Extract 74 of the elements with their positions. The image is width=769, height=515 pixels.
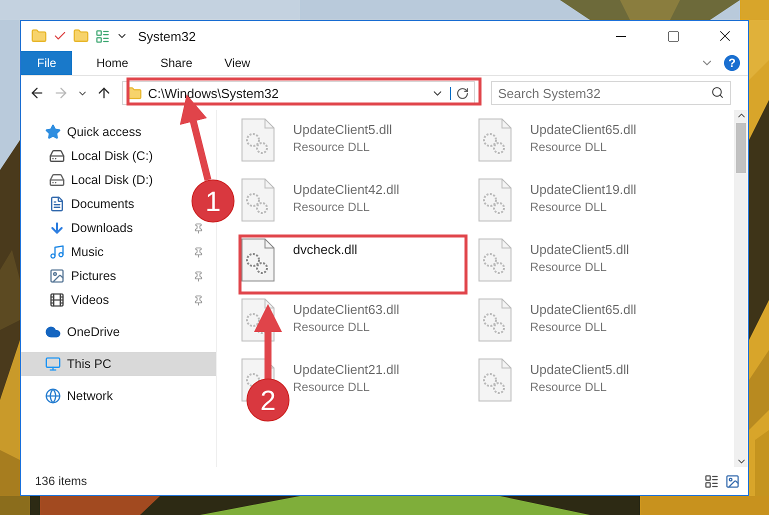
large-icons-view-icon[interactable] <box>725 474 740 488</box>
file-name: UpdateClient5.dll <box>530 242 630 257</box>
file-type: Resource DLL <box>530 380 608 394</box>
ribbon-tab[interactable]: View <box>212 51 262 75</box>
search-field[interactable]: Search System32 <box>491 81 731 105</box>
sidebar-item[interactable]: Documents <box>21 192 193 216</box>
file-name: UpdateClient65.dll <box>530 302 636 317</box>
maximize-icon <box>666 30 680 42</box>
sidebar-item[interactable]: Pictures <box>21 264 193 288</box>
file-name: UpdateClient42.dll <box>293 182 400 197</box>
file-type: Resource DLL <box>293 380 371 394</box>
file-type: Resource DLL <box>530 260 608 274</box>
cloud-icon <box>45 324 61 340</box>
drive-icon <box>49 172 65 188</box>
file-name: UpdateClient65.dll <box>530 122 636 137</box>
sidebar-item[interactable]: Videos <box>21 288 193 312</box>
sidebar-item[interactable]: Music <box>21 240 193 264</box>
pin-icon[interactable] <box>193 294 204 306</box>
address-bar[interactable]: C:\Windows\System32 <box>122 81 475 105</box>
monitor-icon <box>45 356 61 372</box>
file-name: UpdateClient21.dll <box>293 362 400 377</box>
address-path: C:\Windows\System32 <box>148 86 280 100</box>
network-icon <box>45 388 61 404</box>
sidebar-item[interactable]: Network <box>21 384 193 408</box>
sidebar-item[interactable]: This PC <box>21 352 216 376</box>
dll-file-icon <box>478 178 512 222</box>
file-name: UpdateClient63.dll <box>293 302 400 317</box>
pin-icon[interactable] <box>193 222 204 234</box>
item-count: 136 items <box>35 474 88 488</box>
file-type: Resource DLL <box>293 140 371 154</box>
dll-file-icon <box>478 238 512 282</box>
sidebar-item[interactable]: Local Disk (C:) <box>21 144 193 168</box>
folder-icon[interactable] <box>73 28 89 44</box>
pin-icon[interactable] <box>193 246 204 258</box>
scrollbar[interactable] <box>734 110 748 467</box>
sidebar-item[interactable]: Local Disk (D:) <box>21 168 193 192</box>
step-badge: 1 <box>192 180 234 222</box>
file-menu-button[interactable]: File <box>21 51 72 75</box>
file-type: Resource DLL <box>530 320 608 334</box>
list-icon[interactable] <box>95 28 110 44</box>
file-name: dvcheck.dll <box>293 242 358 257</box>
document-icon <box>49 196 65 212</box>
file-type: Resource DLL <box>293 200 371 214</box>
sidebar-item[interactable]: OneDrive <box>21 320 193 344</box>
file-type: Resource DLL <box>530 200 608 214</box>
dll-file-icon <box>241 238 275 282</box>
dll-file-icon <box>478 118 512 162</box>
dll-file-icon <box>241 178 275 222</box>
film-icon <box>49 292 65 308</box>
sidebar-item[interactable]: Quick access <box>21 120 193 144</box>
dll-file-icon <box>241 118 275 162</box>
file-name: UpdateClient5.dll <box>530 362 630 377</box>
scroll-thumb[interactable] <box>736 123 746 173</box>
window-title: System32 <box>138 28 197 44</box>
help-button[interactable]: ? <box>724 55 740 71</box>
folder-icon[interactable] <box>31 28 47 44</box>
drive-icon <box>49 148 65 164</box>
pin-icon[interactable] <box>193 270 204 282</box>
step-badge: 2 <box>246 378 290 422</box>
file-type: Resource DLL <box>530 140 608 154</box>
search-icon[interactable] <box>711 86 724 99</box>
download-icon <box>49 220 65 236</box>
image-icon <box>49 268 65 284</box>
dll-file-icon <box>478 298 512 342</box>
dll-file-icon <box>478 358 512 402</box>
file-name: UpdateClient5.dll <box>293 122 392 137</box>
file-name: UpdateClient19.dll <box>530 182 636 197</box>
ribbon-tab[interactable]: Home <box>84 51 140 75</box>
details-view-icon[interactable] <box>704 474 719 488</box>
ribbon-tab[interactable]: Share <box>148 51 204 75</box>
sidebar-item[interactable]: Downloads <box>21 216 193 240</box>
music-note-icon <box>49 244 65 260</box>
star-icon <box>45 124 61 140</box>
file-type: Resource DLL <box>293 320 371 334</box>
